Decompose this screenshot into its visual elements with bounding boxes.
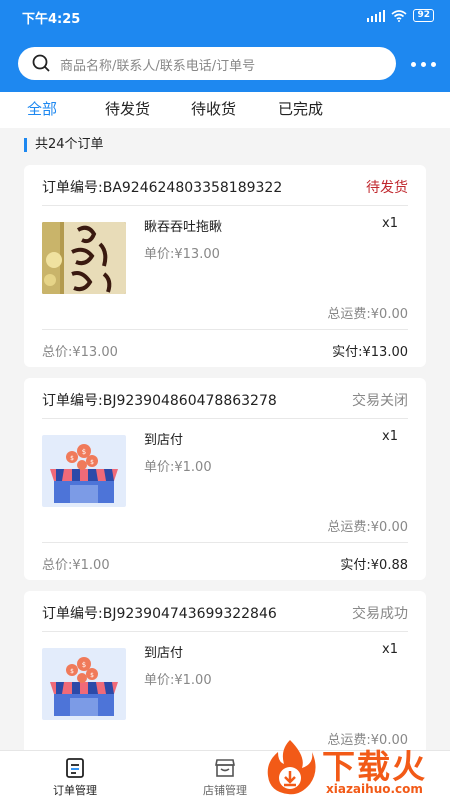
svg-text:$: $ <box>82 661 86 669</box>
order-total: 总价:¥13.00 <box>42 345 118 360</box>
nav-order-management[interactable]: 订单管理 <box>30 757 120 798</box>
search-placeholder: 商品名称/联系人/联系电话/订单号 <box>60 59 256 74</box>
order-list-icon <box>66 758 84 778</box>
nav-label: 店铺管理 <box>203 784 247 797</box>
product-name: 到店付 <box>144 433 184 448</box>
product-name: 到店付 <box>144 646 184 661</box>
product-image[interactable]: $ $ $ <box>42 435 126 507</box>
more-dot-icon <box>420 61 426 67</box>
tab-pending-shipment[interactable]: 待发货 <box>105 98 150 119</box>
status-time: 下午4:25 <box>22 12 81 27</box>
flame-logo-icon <box>267 740 316 795</box>
status-bar: 下午4:25 92 <box>0 0 450 32</box>
svg-text:$: $ <box>82 448 86 456</box>
nav-store-management[interactable]: 店铺管理 <box>180 757 270 798</box>
store-coins-icon: $ $ $ <box>42 435 126 507</box>
nav-label: 订单管理 <box>53 784 97 797</box>
product-quantity: x1 <box>382 216 398 231</box>
svg-text:$: $ <box>70 668 74 675</box>
order-card[interactable]: 订单编号:BA924624803358189322 待发货 瞅吞吞吐拖瞅 x1 … <box>24 165 426 367</box>
watermark-url: xiazaihuo.com <box>326 782 423 796</box>
unit-price: 单价:¥1.00 <box>144 673 212 688</box>
order-tabs: 全部 待发货 待收货 已完成 <box>0 92 450 128</box>
order-status: 交易关闭 <box>352 393 408 409</box>
divider <box>42 418 408 419</box>
wifi-icon <box>391 9 407 22</box>
watermark-title: 下载火 <box>322 747 427 786</box>
unit-price: 单价:¥1.00 <box>144 460 212 475</box>
order-number: 订单编号:BJ923904743699322846 <box>42 606 277 622</box>
store-coins-icon: $ $ $ <box>42 648 126 720</box>
watermark: 下载火 xiazaihuo.com <box>262 738 450 800</box>
tab-all[interactable]: 全部 <box>27 98 57 119</box>
battery-icon: 92 <box>413 9 434 22</box>
order-card[interactable]: 订单编号:BJ923904860478863278 交易关闭 $ $ $ 到店付… <box>24 378 426 580</box>
order-status: 交易成功 <box>352 606 408 622</box>
tab-pending-receipt[interactable]: 待收货 <box>191 98 236 119</box>
shipping-fee: 总运费:¥0.00 <box>327 520 408 535</box>
product-image[interactable]: $ $ $ <box>42 648 126 720</box>
order-status: 待发货 <box>366 180 408 196</box>
search-icon <box>32 54 50 72</box>
order-card[interactable]: 订单编号:BJ923904743699322846 交易成功 $ $ $ 到店付… <box>24 591 426 761</box>
divider <box>42 329 408 330</box>
order-number: 订单编号:BA924624803358189322 <box>42 180 283 196</box>
unit-price: 单价:¥13.00 <box>144 247 220 262</box>
amount-paid: 实付:¥0.88 <box>340 558 408 573</box>
divider <box>42 542 408 543</box>
svg-text:$: $ <box>90 459 94 466</box>
header: 下午4:25 92 商品名称/联系人/联系电话/订单号 <box>0 0 450 92</box>
store-icon <box>215 759 235 777</box>
more-dot-icon <box>410 61 416 67</box>
product-quantity: x1 <box>382 429 398 444</box>
product-photo-icon <box>42 222 126 294</box>
amount-paid: 实付:¥13.00 <box>332 345 408 360</box>
order-total: 总价:¥1.00 <box>42 558 110 573</box>
tab-completed[interactable]: 已完成 <box>278 98 323 119</box>
signal-icon <box>367 9 386 22</box>
divider <box>42 631 408 632</box>
more-dot-icon <box>430 61 436 67</box>
search-input[interactable]: 商品名称/联系人/联系电话/订单号 <box>18 47 396 80</box>
product-image[interactable] <box>42 222 126 294</box>
divider <box>42 205 408 206</box>
order-number: 订单编号:BJ923904860478863278 <box>42 393 277 409</box>
product-name: 瞅吞吞吐拖瞅 <box>144 220 223 235</box>
more-options-button[interactable] <box>405 56 441 72</box>
shipping-fee: 总运费:¥0.00 <box>327 307 408 322</box>
svg-text:$: $ <box>90 672 94 679</box>
svg-text:$: $ <box>70 455 74 462</box>
status-icons: 92 <box>367 9 434 22</box>
order-count: 共24个订单 <box>24 138 104 152</box>
product-quantity: x1 <box>382 642 398 657</box>
